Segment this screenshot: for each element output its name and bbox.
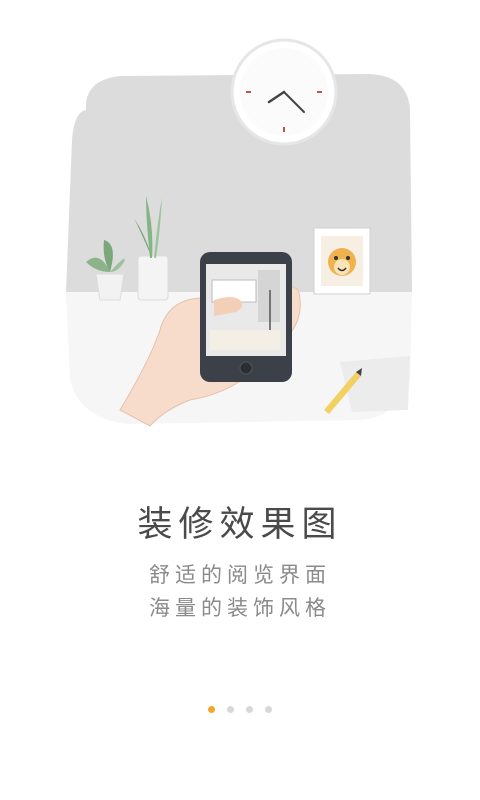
guide-title: 装修效果图 — [137, 505, 343, 545]
phone-illustration — [200, 252, 292, 382]
onboarding-illustration — [66, 38, 412, 427]
page-dot-3[interactable] — [246, 706, 253, 713]
clock-icon — [230, 38, 338, 146]
page-indicator — [0, 706, 480, 713]
guide-subtitle-line2: 海量的装饰风格 — [149, 596, 331, 620]
page-dot-2[interactable] — [227, 706, 234, 713]
picture-frame-icon — [313, 227, 371, 295]
page-dot-4[interactable] — [265, 706, 272, 713]
guide-subtitle-line1: 舒适的阅览界面 — [149, 563, 331, 587]
page-dot-1[interactable] — [208, 706, 215, 713]
